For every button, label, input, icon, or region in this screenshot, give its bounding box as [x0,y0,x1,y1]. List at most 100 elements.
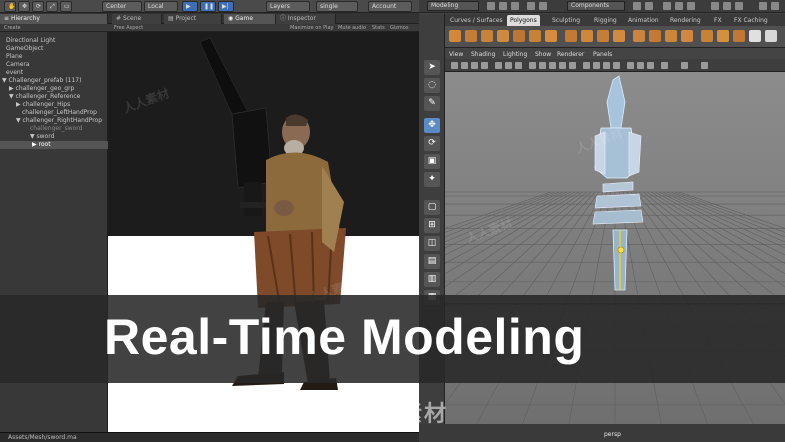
shelf-tab[interactable]: FX [711,15,725,26]
outliner-layout-icon[interactable]: ▤ [424,254,440,269]
anti-aliasing-icon[interactable] [613,62,620,69]
isolate-select-icon[interactable] [627,62,634,69]
poly-sphere-icon[interactable] [449,30,461,42]
move-tool-icon[interactable]: ✥ [18,1,30,12]
maximize-on-play-toggle[interactable]: Maximize on Play [290,24,334,32]
image-plane-icon[interactable] [481,62,488,69]
layers-dropdown[interactable]: Layers [266,1,310,12]
hypershade-icon[interactable] [759,2,767,10]
shelf-tab[interactable]: Rigging [591,15,620,26]
layout-dropdown[interactable]: single [316,1,358,12]
last-tool-icon[interactable]: ✦ [424,172,440,187]
film-gate-icon[interactable] [505,62,512,69]
hand-tool-icon[interactable]: ✋ [4,1,16,12]
resolution-gate-icon[interactable] [515,62,522,69]
ipr-render-icon[interactable] [723,2,731,10]
bevel-icon[interactable] [649,30,661,42]
rotate-tool-icon[interactable]: ⟳ [424,136,440,151]
gamma-icon[interactable] [681,62,688,69]
rect-tool-icon[interactable]: ▭ [60,1,72,12]
open-scene-icon[interactable] [499,2,507,10]
hierarchy-item[interactable]: Plane [6,53,22,61]
pause-button[interactable]: ❚❚ [200,1,216,12]
shelf-tab[interactable]: Animation [625,15,662,26]
shelf-tab[interactable]: FX Caching [731,15,771,26]
uv-editor-icon[interactable] [733,30,745,42]
hierarchy-item[interactable]: ▼ challenger_Reference [9,93,80,101]
poly-disc-icon[interactable] [545,30,557,42]
hierarchy-item[interactable]: ▼ challenger_RightHandProp [16,117,102,125]
wireframe-on-shaded-icon[interactable] [549,62,556,69]
snap-curve-icon[interactable] [675,2,683,10]
motion-blur-icon[interactable] [603,62,610,69]
shelf-tab[interactable]: Curves / Surfaces [447,15,506,26]
snap-point-icon[interactable] [687,2,695,10]
save-scene-icon[interactable] [511,2,519,10]
side-by-side-layout-icon[interactable]: ◫ [424,236,440,251]
poly-cylinder-icon[interactable] [481,30,493,42]
poly-cone-icon[interactable] [497,30,509,42]
create-dropdown[interactable]: Create [4,24,21,32]
hierarchy-item[interactable]: Directional Light [6,37,55,45]
hierarchy-item[interactable]: Camera [6,61,30,69]
shelf-tab-active[interactable]: Polygons [507,15,540,26]
scale-tool-icon[interactable]: ▣ [424,154,440,169]
gizmos-dropdown[interactable]: Gizmos [390,24,408,32]
hierarchy-item[interactable]: ▶ challenger_geo_grp [9,85,74,93]
tab-inspector[interactable]: ⓘ Inspector [276,14,336,24]
shelf-tab[interactable]: Rendering [667,15,704,26]
exposure-icon[interactable] [661,62,668,69]
selection-mode-dropdown[interactable]: Components [567,1,625,11]
render-settings-icon[interactable] [735,2,743,10]
camera-attributes-icon[interactable] [461,62,468,69]
tab-project[interactable]: ▤ Project [164,14,222,24]
panels-menu[interactable]: Panels [593,50,612,59]
account-dropdown[interactable]: Account [368,1,412,12]
view-menu[interactable]: View [449,50,463,59]
grid-icon[interactable] [495,62,502,69]
mirror-icon[interactable] [597,30,609,42]
show-menu[interactable]: Show [535,50,551,59]
smooth-shade-icon[interactable] [539,62,546,69]
play-button[interactable]: ▶ [182,1,198,12]
multi-cut-icon[interactable] [681,30,693,42]
free-aspect-dropdown[interactable]: Free Aspect [114,24,143,32]
stats-toggle[interactable]: Stats [372,24,385,32]
renderer-menu[interactable]: Renderer [557,50,584,59]
textured-icon[interactable] [559,62,566,69]
hierarchy-item[interactable]: GameObject [6,45,43,53]
tab-game[interactable]: ◉ Game [224,14,276,24]
shelf-tab[interactable]: Sculpting [549,15,583,26]
color-management-icon[interactable] [701,62,708,69]
select-tool-icon[interactable]: ➤ [424,60,440,75]
merge-icon[interactable] [717,30,729,42]
xray-icon[interactable] [637,62,644,69]
camera-select-icon[interactable] [451,62,458,69]
single-pane-layout-icon[interactable]: ▢ [424,200,440,215]
move-tool-icon[interactable]: ✥ [424,118,440,133]
separate-icon[interactable] [581,30,593,42]
xray-joints-icon[interactable] [647,62,654,69]
shading-menu[interactable]: Shading [471,50,495,59]
extrude-icon[interactable] [633,30,645,42]
hierarchy-item[interactable]: ▼ sword [30,133,54,141]
redo-icon[interactable] [539,2,547,10]
scale-tool-icon[interactable]: ⤢ [46,1,58,12]
lights-icon[interactable] [569,62,576,69]
shadows-icon[interactable] [583,62,590,69]
checker-icon[interactable] [749,30,761,42]
edge-loop-icon[interactable] [701,30,713,42]
undo-icon[interactable] [527,2,535,10]
wireframe-icon[interactable] [529,62,536,69]
hierarchy-item[interactable]: challenger_LeftHandProp [22,109,97,117]
tab-scene[interactable]: # Scene [112,14,162,24]
tab-hierarchy[interactable]: ≡ Hierarchy [0,14,108,24]
ambient-occlusion-icon[interactable] [593,62,600,69]
pivot-center-toggle[interactable]: Center [102,1,142,12]
new-scene-icon[interactable] [487,2,495,10]
hierarchy-item[interactable]: ▼ Challenger_prefab (117) [2,77,81,85]
hierarchy-item[interactable]: challenger_sword [30,125,82,133]
poly-plane-icon[interactable] [529,30,541,42]
hierarchy-item[interactable]: event [6,69,23,77]
combine-icon[interactable] [565,30,577,42]
